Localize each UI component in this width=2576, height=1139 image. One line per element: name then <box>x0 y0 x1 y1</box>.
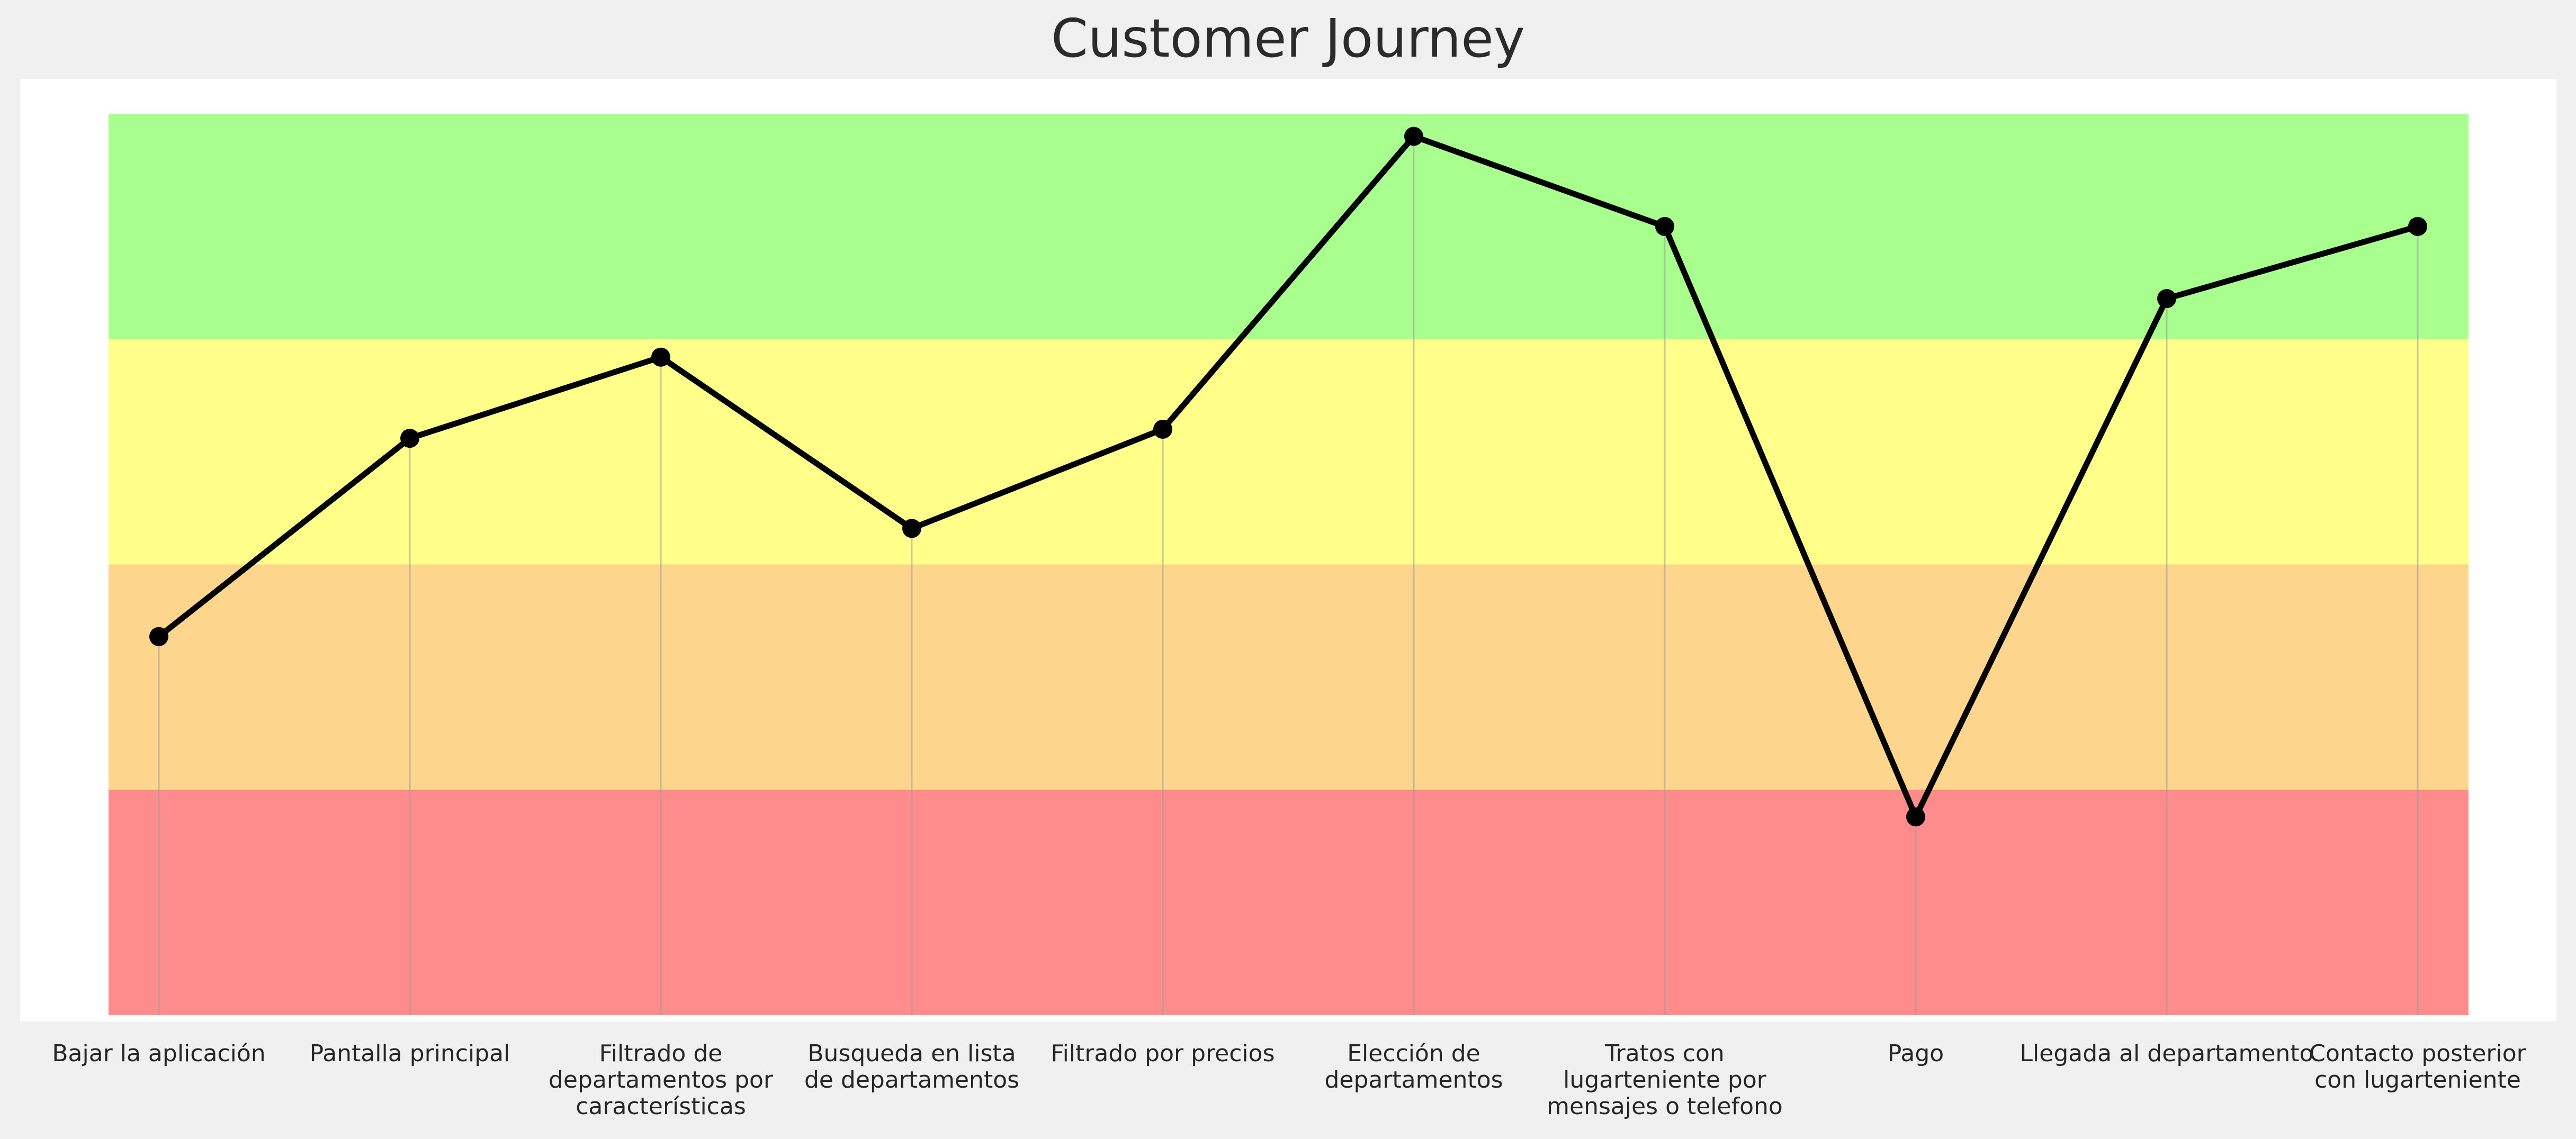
x-tick-label: Contacto posterior con lugarteniente <box>2309 1040 2526 1093</box>
data-point <box>149 627 168 646</box>
x-tick-label: Llegada al departamento <box>2020 1040 2314 1067</box>
data-point <box>1655 216 1674 236</box>
data-point <box>1404 126 1423 146</box>
sentiment-bands <box>109 114 2469 1015</box>
data-point <box>400 429 419 448</box>
x-tick-label: Bajar la aplicación <box>52 1040 265 1067</box>
x-tick-label: Pago <box>1888 1040 1944 1067</box>
x-tick-label: Busqueda en lista de departamentos <box>804 1040 1019 1093</box>
band-0 <box>109 114 2469 339</box>
x-tick-label: Filtrado por precios <box>1051 1040 1274 1067</box>
data-point <box>1153 420 1172 439</box>
x-tick-label: Tratos con lugarteniente por mensajes o te… <box>1547 1040 1783 1120</box>
x-tick-label: Pantalla principal <box>310 1040 510 1067</box>
x-tick-label: Elección de departamentos <box>1324 1040 1503 1093</box>
x-tick-label: Filtrado de departamentos por característi… <box>549 1040 774 1120</box>
band-1 <box>109 339 2469 565</box>
data-point <box>2408 216 2427 236</box>
data-point <box>1906 807 1925 827</box>
data-point <box>651 347 670 367</box>
band-2 <box>109 564 2469 790</box>
data-point <box>902 519 921 538</box>
band-3 <box>109 790 2469 1015</box>
line-chart: Bajar la aplicación Pantalla principal Fil… <box>20 79 2556 1120</box>
data-point <box>2157 289 2176 309</box>
x-tick-labels: Bajar la aplicación Pantalla principal Fil… <box>52 1040 2526 1120</box>
